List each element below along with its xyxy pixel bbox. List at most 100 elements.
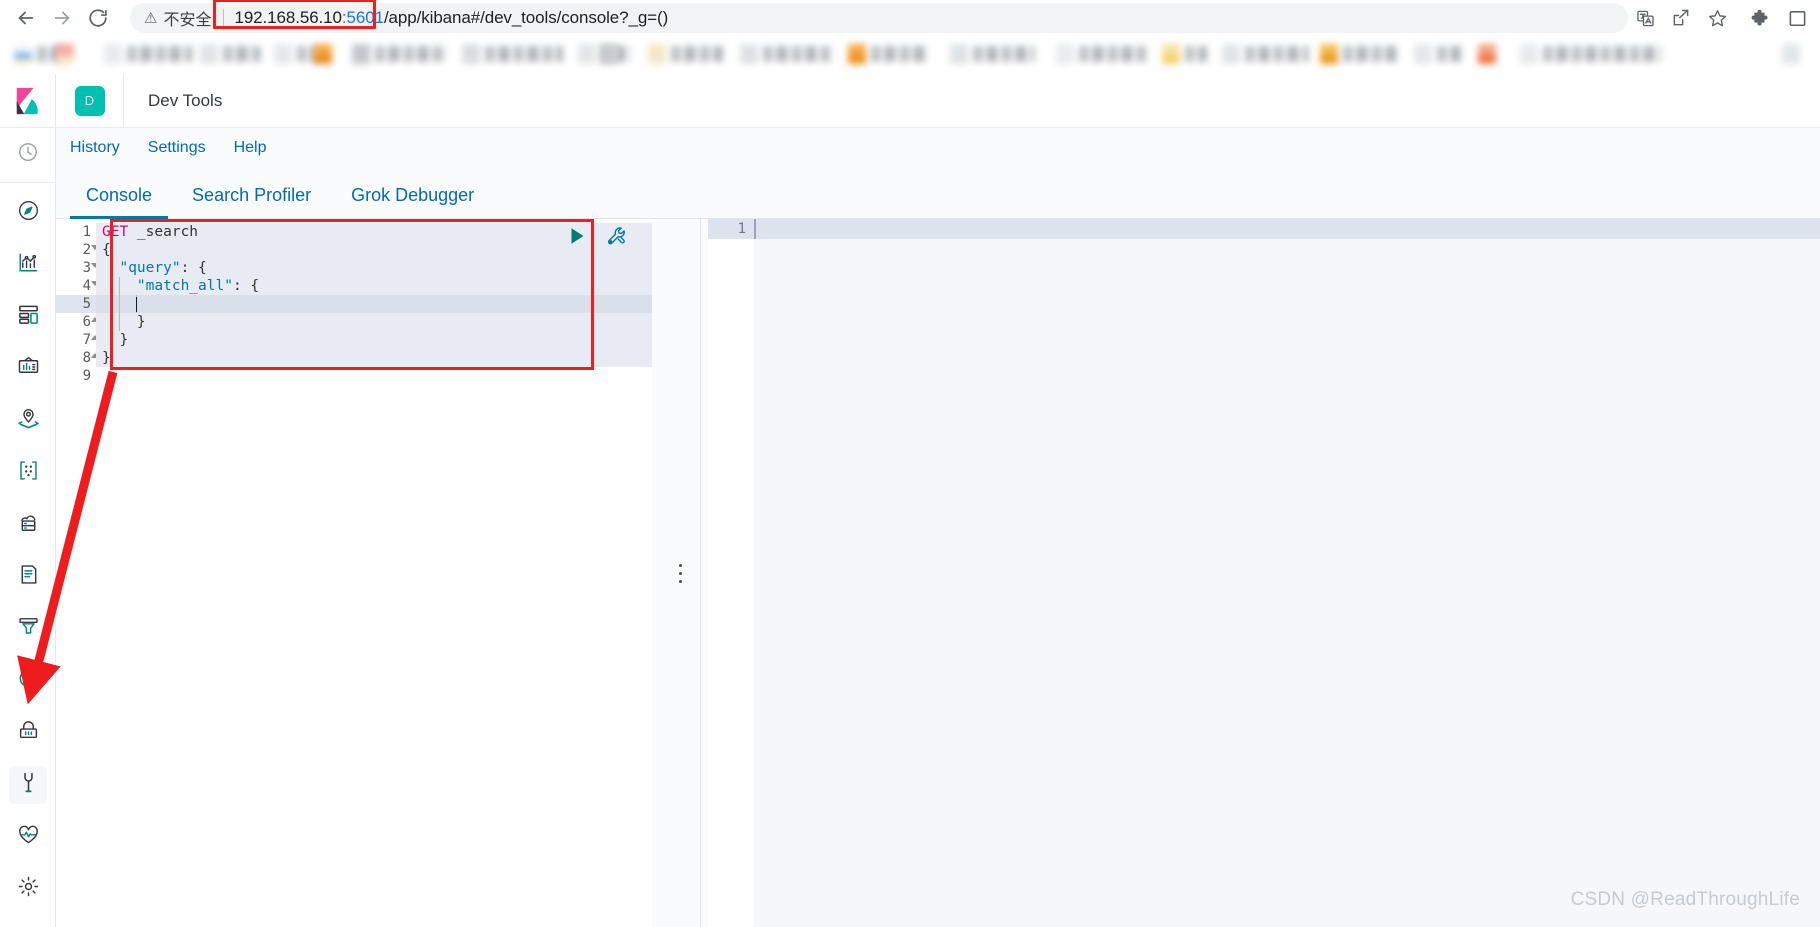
bookmark-star-icon[interactable] — [1700, 1, 1734, 35]
extensions-puzzle-icon[interactable] — [1744, 1, 1778, 35]
bookmark-item[interactable] — [600, 42, 634, 68]
bookmarks-bar[interactable] — [0, 36, 1820, 74]
json-key-match-all: "match_all" — [136, 278, 233, 294]
code-line: } — [96, 349, 652, 367]
sidebar-item-logs[interactable] — [0, 551, 56, 603]
bookmark-item[interactable] — [1162, 42, 1210, 68]
text-caret — [136, 297, 137, 312]
sidebar-item-maps[interactable] — [0, 395, 56, 447]
sub-nav-link-help[interactable]: Help — [234, 139, 267, 157]
tab-grok-debugger[interactable]: Grok Debugger — [335, 185, 490, 218]
uptime-clock-check-icon — [17, 667, 40, 695]
bookmark-item[interactable] — [274, 42, 317, 68]
editor-code-surface[interactable]: GET _search { "query": { "match_all": { … — [96, 219, 652, 927]
code-line: } — [96, 313, 652, 331]
gutter-line-number: 6 — [56, 313, 99, 331]
url-text[interactable]: 192.168.56.10:5601/app/kibana#/dev_tools… — [234, 8, 668, 28]
json-key-query: "query" — [119, 260, 181, 276]
output-caret — [754, 219, 756, 239]
bookmark-item[interactable] — [1414, 42, 1464, 68]
sub-nav-link-settings[interactable]: Settings — [148, 139, 206, 157]
logs-document-icon — [17, 563, 40, 591]
sub-nav-link-history[interactable]: History — [70, 139, 120, 157]
reload-icon[interactable] — [80, 0, 116, 36]
sidebar-item-siem[interactable] — [0, 707, 56, 759]
sidebar-item-visualize[interactable] — [0, 239, 56, 291]
output-line — [754, 219, 1820, 239]
kibana-header: D Dev Tools — [0, 73, 1820, 128]
tab-console[interactable]: Console — [70, 185, 169, 219]
bookmark-item[interactable] — [104, 42, 196, 68]
sidebar-item-canvas[interactable] — [0, 343, 56, 395]
kibana-logo[interactable] — [0, 73, 56, 128]
output-gutter: 1 — [708, 219, 754, 927]
request-editor-pane[interactable]: 1 2 3 4 5 6 7 8 9 GET _search { "query":… — [56, 219, 652, 927]
bookmark-item[interactable] — [1520, 42, 1666, 68]
sidebar-item-dev-tools[interactable] — [0, 759, 56, 811]
machine-learning-nodes-icon — [17, 459, 40, 487]
bookmark-item[interactable] — [648, 42, 728, 68]
wrench-actions-icon[interactable] — [606, 225, 628, 251]
code-line: "match_all": { — [96, 277, 652, 295]
bookmark-item[interactable] — [200, 42, 262, 68]
forward-arrow-icon[interactable] — [44, 0, 80, 36]
page-title: Dev Tools — [148, 90, 223, 110]
sidebar-item-recently-viewed[interactable] — [0, 128, 56, 180]
url-host: 192.168.56.10 — [234, 8, 342, 27]
bookmark-item[interactable] — [1320, 42, 1404, 68]
security-chip[interactable]: ⚠ 不安全 — [144, 6, 211, 30]
bookmark-item[interactable] — [1222, 42, 1314, 68]
sidebar-item-dashboard[interactable] — [0, 291, 56, 343]
translate-icon[interactable] — [1628, 1, 1662, 35]
play-triangle-icon[interactable] — [566, 225, 588, 251]
sidebar-item-discover[interactable] — [0, 187, 56, 239]
back-arrow-icon[interactable] — [8, 0, 44, 36]
code-line: } — [96, 331, 652, 349]
warning-triangle-icon: ⚠ — [144, 9, 158, 27]
bookmark-item[interactable] — [1056, 42, 1152, 68]
bookmark-item[interactable] — [462, 42, 566, 68]
pane-splitter-handle[interactable] — [652, 219, 708, 927]
browser-toolbar: ⚠ 不安全 192.168.56.10:5601/app/kibana#/dev… — [0, 0, 1820, 36]
editor-actions — [566, 225, 628, 251]
gutter-line-number: 3 — [56, 259, 99, 277]
app-badge-cell: D — [56, 73, 124, 128]
nav-rail — [0, 128, 56, 927]
bookmark-item[interactable] — [950, 42, 1040, 68]
bookmark-item[interactable] — [848, 42, 934, 68]
endpoint-token: _search — [128, 224, 199, 240]
dashboard-grid-icon — [17, 303, 40, 331]
splitter-grip-dots — [678, 563, 682, 583]
siem-lock-icon — [17, 719, 40, 747]
code-line-active — [96, 295, 652, 313]
tab-search-profiler[interactable]: Search Profiler — [176, 185, 327, 218]
http-method-token: GET — [102, 224, 129, 240]
sidebar-item-machine-learning[interactable] — [0, 447, 56, 499]
sidebar-item-infrastructure[interactable] — [0, 499, 56, 551]
sidebar-item-apm[interactable] — [0, 603, 56, 655]
visualize-chart-icon — [17, 251, 40, 279]
code-line — [96, 367, 652, 385]
bookmark-item[interactable] — [1478, 42, 1508, 68]
tab-bar: Console Search Profiler Grok Debugger — [56, 168, 1820, 219]
dev-tools-wrench-icon — [17, 771, 40, 799]
bookmark-item[interactable] — [314, 42, 344, 68]
app-badge: D — [74, 85, 105, 116]
bookmark-item[interactable] — [740, 42, 836, 68]
sidebar-item-uptime[interactable] — [0, 655, 56, 707]
maps-layers-pin-icon — [17, 407, 40, 435]
console-area: 1 2 3 4 5 6 7 8 9 GET _search { "query":… — [56, 219, 1820, 927]
gutter-line-number: 5 — [56, 295, 96, 313]
address-bar[interactable]: ⚠ 不安全 192.168.56.10:5601/app/kibana#/dev… — [130, 0, 1628, 33]
bookmark-item[interactable] — [1782, 42, 1816, 68]
url-path: /app/kibana#/dev_tools/console?_g=() — [383, 8, 669, 27]
response-output-pane[interactable]: 1 — [708, 219, 1820, 927]
sidebar-item-management[interactable] — [0, 863, 56, 915]
canvas-frame-icon — [17, 355, 40, 383]
share-icon[interactable] — [1664, 1, 1698, 35]
bookmark-item[interactable] — [352, 42, 452, 68]
browser-panel-icon[interactable] — [1780, 1, 1814, 35]
sidebar-item-monitoring[interactable] — [0, 811, 56, 863]
gutter-line-number: 8 — [56, 349, 99, 367]
bookmark-item[interactable] — [56, 42, 90, 68]
